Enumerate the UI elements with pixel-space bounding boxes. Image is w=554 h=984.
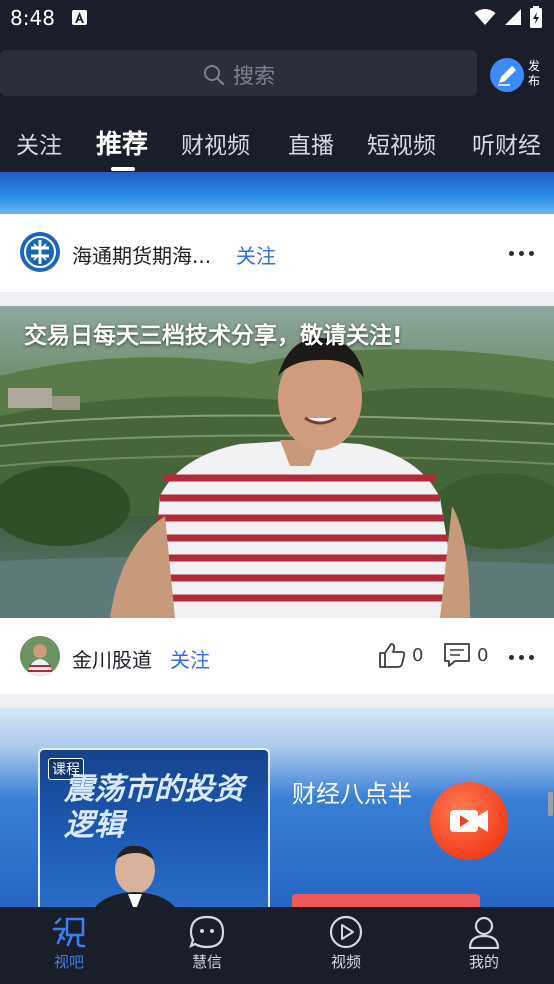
comment-button[interactable]: 0 <box>443 642 488 668</box>
tab-active-indicator <box>111 167 135 171</box>
live-status-pill <box>292 894 480 907</box>
comment-icon <box>444 643 470 667</box>
tab-live[interactable]: 直播 <box>288 126 334 160</box>
category-tabs: 关注 推荐 财视频 直播 短视频 听财经 <box>0 116 554 172</box>
feed-card-course[interactable]: 课程 震荡市的投资逻辑 财经八点半 <box>0 708 554 907</box>
follow-button[interactable]: 关注 <box>170 644 210 673</box>
like-count: 0 <box>412 644 424 666</box>
battery-icon <box>530 6 542 28</box>
photo-scene <box>0 337 554 618</box>
nav-label: 慧信 <box>191 953 222 971</box>
publish-label: 发布 <box>528 59 541 88</box>
author-name[interactable]: 金川股道 <box>72 644 152 673</box>
more-icon[interactable] <box>509 655 535 661</box>
author-name[interactable]: 海通期货期海... <box>72 240 211 269</box>
comment-count: 0 <box>477 644 489 666</box>
nav-label: 我的 <box>468 953 499 971</box>
tab-finance-video[interactable]: 财视频 <box>181 126 250 160</box>
search-icon <box>204 65 225 86</box>
tab-listen-finance[interactable]: 听财经 <box>472 126 541 160</box>
wifi-icon <box>474 9 496 25</box>
scrollbar[interactable] <box>548 792 553 816</box>
nav-item-video[interactable]: 视频 <box>306 915 386 972</box>
search-placeholder: 搜索 <box>233 64 275 88</box>
notification-a-icon <box>72 10 87 25</box>
haitong-logo-avatar[interactable] <box>20 232 60 272</box>
bottom-navigation: 视吧 慧信 视频 我的 <box>0 907 554 984</box>
user-icon <box>468 916 500 949</box>
nav-item-profile[interactable]: 我的 <box>444 915 524 972</box>
tab-recommend[interactable]: 推荐 <box>96 124 148 161</box>
search-input[interactable]: 搜索 <box>0 50 477 96</box>
video-caption: 交易日每天三档技术分享，敬请关注! <box>24 323 403 349</box>
status-bar: 8:48 <box>0 0 554 36</box>
video-camera-icon <box>450 810 488 832</box>
video-thumbnail[interactable]: 交易日每天三档技术分享，敬请关注! <box>0 306 554 618</box>
live-title: 财经八点半 <box>292 780 412 808</box>
author-avatar[interactable] <box>20 636 60 676</box>
like-button[interactable]: 0 <box>378 642 423 668</box>
feed[interactable]: 海通期货期海... 关注 交易日每天三档技术分享，敬请关注! 金川股道 关注 0… <box>0 172 554 907</box>
course-thumbnail[interactable]: 课程 震荡市的投资逻辑 <box>38 748 270 907</box>
more-icon[interactable] <box>509 251 535 257</box>
nav-label: 视吧 <box>53 953 84 971</box>
banner-image[interactable] <box>0 172 554 214</box>
search-inner: 搜索 <box>203 60 275 90</box>
status-time: 8:48 <box>10 6 55 30</box>
shiba-icon <box>52 917 86 948</box>
feed-card-author-row: 海通期货期海... 关注 <box>0 214 554 292</box>
nav-item-huixin[interactable]: 慧信 <box>167 915 247 972</box>
feed-card-video: 交易日每天三档技术分享，敬请关注! 金川股道 关注 0 0 <box>0 306 554 694</box>
publish-button[interactable]: 发布 <box>490 56 550 96</box>
chat-bubble-icon <box>189 915 225 949</box>
course-title: 震荡市的投资逻辑 <box>64 772 244 843</box>
presenter-image <box>95 845 175 907</box>
nav-label: 视频 <box>330 953 361 971</box>
live-video-button[interactable] <box>430 782 508 860</box>
follow-button[interactable]: 关注 <box>236 240 276 269</box>
thumbs-up-icon <box>379 643 406 668</box>
play-circle-icon <box>329 915 363 949</box>
status-icons <box>474 6 542 28</box>
signal-icon <box>505 9 521 25</box>
tab-short-video[interactable]: 短视频 <box>367 126 436 160</box>
pen-icon <box>490 58 524 92</box>
tab-follow[interactable]: 关注 <box>16 126 62 160</box>
nav-item-shiba[interactable]: 视吧 <box>29 915 109 972</box>
